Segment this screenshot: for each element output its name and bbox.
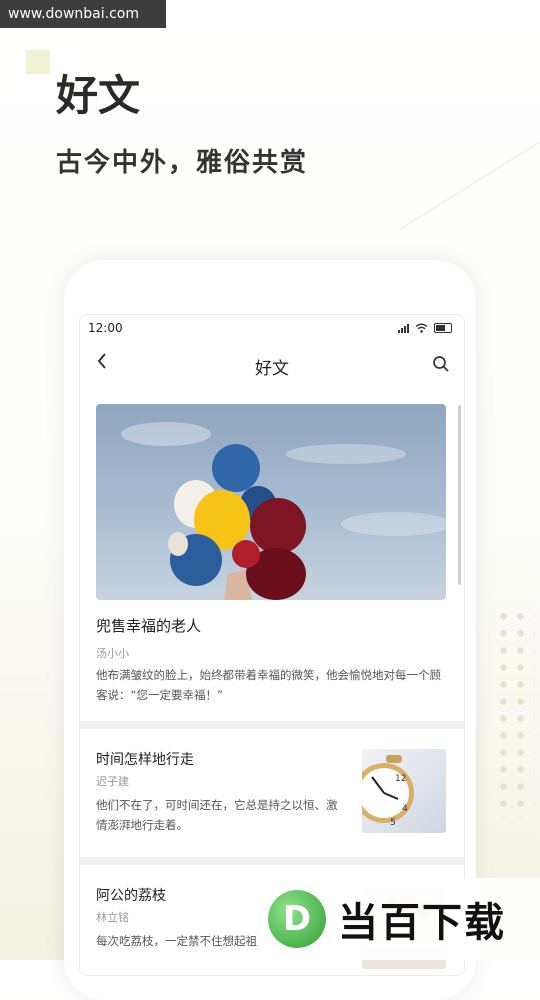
scrollbar[interactable] xyxy=(458,405,461,585)
accent-square xyxy=(26,50,50,74)
article-author: 林立铭 xyxy=(96,911,129,924)
brand-logo-icon: D xyxy=(268,890,326,948)
hero-title: 好文 xyxy=(56,71,141,120)
article-excerpt: 他布满皱纹的脸上，始终都带着幸福的微笑，他会愉悦地对每一个顾客说：“您一定要幸福… xyxy=(96,668,441,702)
brand-text: 当百下载 xyxy=(338,900,506,946)
article-title: 兜售幸福的老人 xyxy=(96,617,202,635)
article-card[interactable]: 兜售幸福的老人 汤小小 他布满皱纹的脸上，始终都带着幸福的微笑，他会愉悦地对每一… xyxy=(80,389,464,721)
signal-icon xyxy=(398,324,409,333)
svg-text:5: 5 xyxy=(390,818,396,828)
brand-watermark: D 当百下载 xyxy=(262,878,540,960)
svg-text:4: 4 xyxy=(402,804,408,814)
hero-subtitle: 古今中外，雅俗共赏 xyxy=(56,148,309,178)
divider xyxy=(80,857,464,865)
article-title: 阿公的荔枝 xyxy=(96,888,166,904)
search-icon xyxy=(433,356,449,372)
search-button[interactable] xyxy=(432,355,450,377)
page-title: 好文 xyxy=(255,359,289,379)
article-card[interactable]: 时间怎样地行走 迟子建 他们不在了，可时间还在，它总是持之以恒、激情澎湃地行走着… xyxy=(80,729,464,857)
article-author: 迟子建 xyxy=(96,775,129,788)
article-author: 汤小小 xyxy=(96,647,129,660)
status-time: 12:00 xyxy=(88,321,123,335)
decorative-dots xyxy=(495,608,535,818)
decorative-line xyxy=(399,91,540,230)
article-title: 时间怎样地行走 xyxy=(96,752,194,768)
site-watermark: www.downbai.com xyxy=(0,0,166,28)
nav-bar: 好文 xyxy=(80,341,464,389)
article-excerpt: 他们不在了，可时间还在，它总是持之以恒、激情澎湃地行走着。 xyxy=(96,798,338,832)
divider xyxy=(80,721,464,729)
clock-thumbnail: 12 4 5 xyxy=(362,749,446,833)
battery-icon xyxy=(434,323,452,333)
phone-screen: 12:00 好文 兜售幸福的老人 汤小小 他布满皱纹的脸上，始终都带着幸福的微笑… xyxy=(79,314,465,976)
svg-text:12: 12 xyxy=(395,774,406,784)
balloons-image xyxy=(96,404,446,600)
wifi-icon xyxy=(415,323,428,333)
status-bar: 12:00 xyxy=(80,315,464,341)
